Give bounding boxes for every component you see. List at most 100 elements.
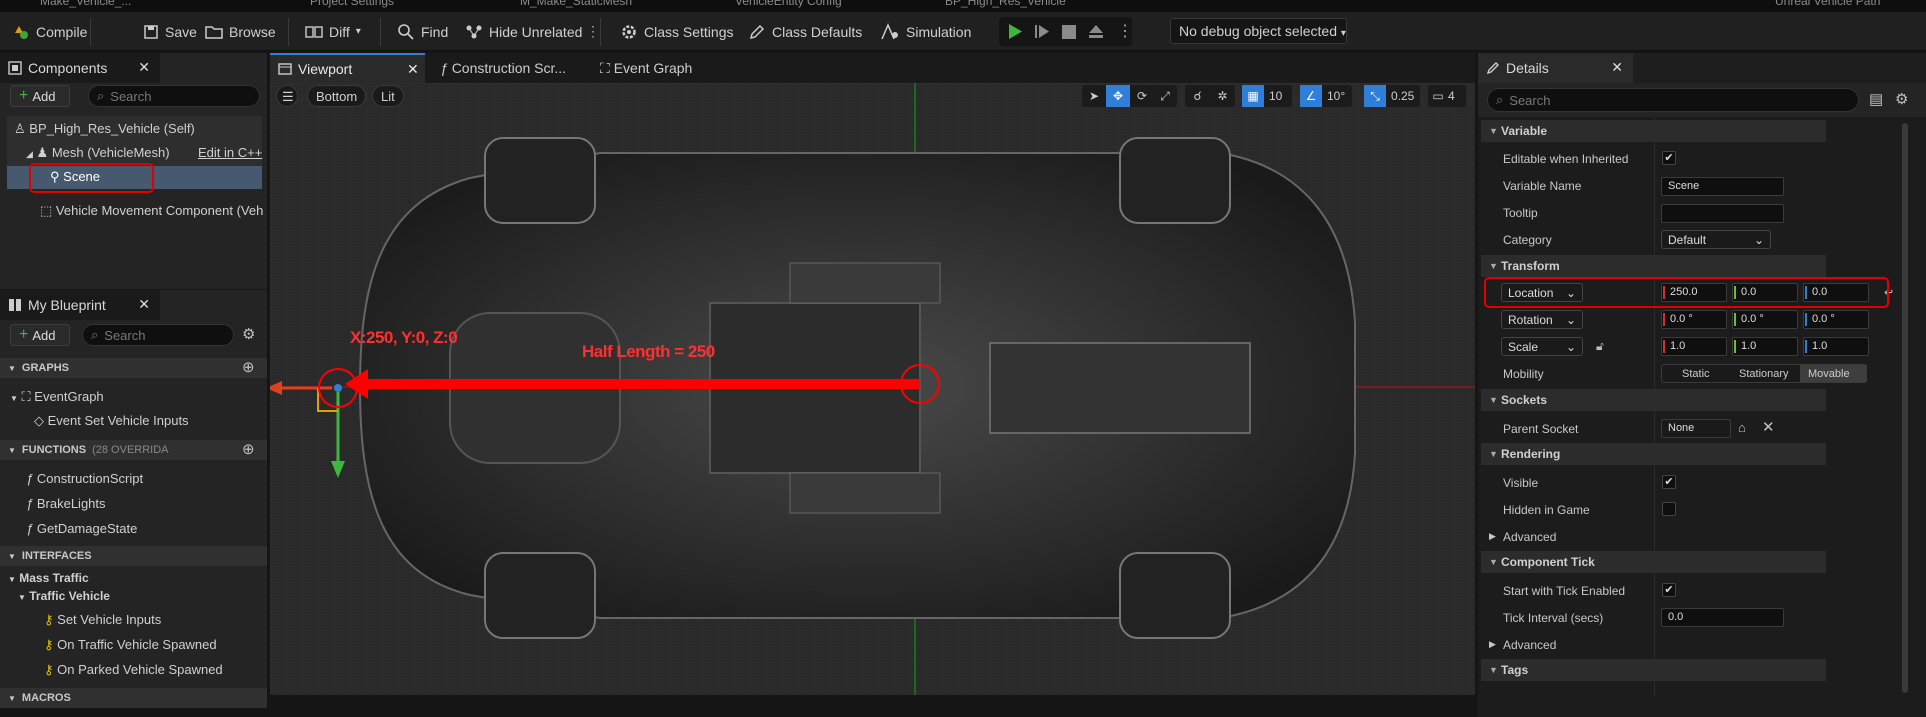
camera-speed[interactable]: ▭ 4 (1428, 85, 1466, 107)
event-graph-item[interactable]: ▼ ⛶ EventGraph (10, 389, 104, 405)
tab-components[interactable]: Components ✕ (0, 53, 160, 83)
parent-socket-field[interactable]: None (1661, 419, 1731, 438)
components-search-input[interactable]: ⌕ Search (88, 85, 260, 107)
world-icon[interactable]: ☌ (1185, 89, 1210, 103)
tab-details[interactable]: Details ✕ (1478, 53, 1633, 83)
rotation-y-field[interactable]: 0.0 ° (1732, 310, 1798, 329)
class-defaults-button[interactable]: Class Defaults (748, 12, 862, 51)
category-dropdown[interactable]: Default ⌄ (1661, 230, 1771, 249)
add-blueprint-item-button[interactable]: + Add (10, 324, 70, 346)
tab-my-blueprint[interactable]: My Blueprint ✕ (0, 290, 160, 320)
advanced-expander[interactable]: ▶ Advanced (1489, 638, 1556, 652)
functions-section-header[interactable]: ▼ FUNCTIONS (28 OVERRIDA (0, 440, 267, 460)
add-graph-icon[interactable]: ⊕ (242, 358, 255, 376)
tab-construction-script[interactable]: ƒ Construction Scr... (440, 60, 566, 76)
variable-name-field[interactable]: Scene (1661, 177, 1784, 196)
mobility-stationary[interactable]: Stationary (1739, 368, 1789, 380)
viewport-menu-button[interactable]: ☰ (276, 85, 298, 107)
component-self[interactable]: ♙ BP_High_Res_Vehicle (Self) (14, 121, 195, 137)
eject-icon[interactable] (1088, 24, 1104, 39)
gear-icon[interactable]: ⚙ (1895, 90, 1908, 108)
macros-section-header[interactable]: ▼ MACROS (0, 688, 267, 708)
clear-icon[interactable]: ✕ (1762, 418, 1775, 436)
surface-snap-icon[interactable]: ✲ (1210, 89, 1235, 103)
variable-section-header[interactable]: ▼ Variable (1481, 120, 1826, 142)
visible-checkbox[interactable]: ✔ (1662, 475, 1676, 489)
component-vehicle-movement[interactable]: ⬚ Vehicle Movement Component (Veh (40, 203, 265, 219)
find-button[interactable]: Find (397, 12, 448, 51)
scale-x-field[interactable]: 1.0 (1661, 337, 1727, 356)
rotation-z-field[interactable]: 0.0 ° (1803, 310, 1869, 329)
edit-in-cpp-link[interactable]: Edit in C++ (198, 145, 262, 160)
scale-y-field[interactable]: 1.0 (1732, 337, 1798, 356)
select-icon[interactable]: ➤ (1082, 89, 1106, 103)
doc-tab[interactable]: VehicleEntity Config (735, 0, 842, 8)
doc-tab[interactable]: Make_Vehicle_... (40, 0, 131, 8)
close-icon[interactable]: ✕ (138, 59, 150, 76)
tooltip-field[interactable] (1661, 204, 1784, 223)
lock-icon[interactable]: 🔓︎ (1596, 339, 1604, 354)
debug-object-dropdown[interactable]: No debug object selected ▾ (1170, 18, 1347, 44)
rotation-mode-dropdown[interactable]: Rotation ⌄ (1501, 310, 1583, 329)
gear-icon[interactable]: ⚙ (242, 325, 255, 343)
interface-subgroup[interactable]: ▼ Traffic Vehicle (18, 589, 110, 603)
view-mode-button[interactable]: Bottom (307, 85, 367, 107)
diff-button[interactable]: Diff ▾ (305, 12, 361, 51)
add-component-button[interactable]: + Add (10, 85, 70, 107)
scale-z-field[interactable]: 1.0 (1803, 337, 1869, 356)
viewport-canvas[interactable] (270, 83, 1475, 695)
mobility-static[interactable]: Static (1682, 368, 1710, 380)
close-icon[interactable]: ✕ (407, 61, 419, 78)
function-item[interactable]: ƒ BrakeLights (26, 496, 106, 511)
interface-function-item[interactable]: ⚷ On Parked Vehicle Spawned (44, 662, 223, 678)
rendering-section-header[interactable]: ▼ Rendering (1481, 443, 1826, 465)
rotate-icon[interactable]: ⟳ (1130, 89, 1154, 103)
stop-icon[interactable] (1062, 25, 1076, 39)
start-tick-checkbox[interactable]: ✔ (1662, 583, 1676, 597)
tick-interval-field[interactable]: 0.0 (1661, 608, 1784, 627)
doc-tab[interactable]: Project Settings (310, 0, 394, 8)
scale-icon[interactable]: ⤢ (1154, 89, 1176, 104)
tags-section-header[interactable]: ▼ Tags (1481, 659, 1826, 681)
interfaces-section-header[interactable]: ▼ INTERFACES (0, 546, 267, 566)
hide-unrelated-button[interactable]: Hide Unrelated (465, 12, 582, 51)
save-button[interactable]: Save (143, 12, 197, 51)
translate-icon[interactable]: ✥ (1106, 85, 1130, 107)
browse-socket-icon[interactable]: ⌂ (1738, 420, 1746, 435)
more-options-icon[interactable]: ⋮ (586, 12, 600, 51)
advanced-expander[interactable]: ▶ Advanced (1489, 530, 1556, 544)
mobility-movable[interactable]: Movable (1800, 365, 1867, 382)
doc-tab[interactable]: M_Make_StaticMesh (520, 0, 632, 8)
tab-event-graph[interactable]: ⛶ Event Graph (600, 60, 692, 77)
scale-mode-dropdown[interactable]: Scale ⌄ (1501, 337, 1583, 356)
component-mesh[interactable]: ◢ ♟ Mesh (VehicleMesh) (26, 145, 170, 161)
scale-snap[interactable]: ⤡ 0.25 (1364, 85, 1420, 107)
compile-button[interactable]: Compile (12, 12, 87, 51)
grid-snap[interactable]: ▦ 10 (1242, 85, 1292, 107)
table-view-icon[interactable]: ▤ (1869, 90, 1883, 108)
details-search-input[interactable]: ⌕ Search (1487, 88, 1859, 112)
close-icon[interactable]: ✕ (138, 296, 150, 313)
play-icon[interactable] (1007, 23, 1023, 40)
transform-section-header[interactable]: ▼ Transform (1481, 255, 1826, 277)
rotation-snap[interactable]: ∠ 10° (1300, 85, 1352, 107)
interface-function-item[interactable]: ⚷ On Traffic Vehicle Spawned (44, 637, 217, 653)
details-scrollbar[interactable] (1902, 123, 1908, 693)
function-item[interactable]: ƒ GetDamageState (26, 521, 137, 536)
function-item[interactable]: ƒ ConstructionScript (26, 471, 143, 486)
doc-tab[interactable]: Unreal Vehicle Path (1775, 0, 1880, 8)
step-icon[interactable] (1034, 24, 1050, 39)
add-function-icon[interactable]: ⊕ (242, 440, 255, 458)
event-item[interactable]: ◇ Event Set Vehicle Inputs (34, 413, 189, 429)
graphs-section-header[interactable]: ▼ GRAPHS (0, 358, 267, 378)
editable-checkbox[interactable]: ✔ (1662, 151, 1676, 165)
rotation-x-field[interactable]: 0.0 ° (1661, 310, 1727, 329)
close-icon[interactable]: ✕ (1611, 59, 1623, 76)
doc-tab[interactable]: BP_High_Res_Vehicle (945, 0, 1066, 8)
component-tick-section-header[interactable]: ▼ Component Tick (1481, 551, 1826, 573)
blueprint-search-input[interactable]: ⌕ Search (82, 324, 234, 346)
interface-function-item[interactable]: ⚷ Set Vehicle Inputs (44, 612, 161, 628)
hidden-in-game-checkbox[interactable] (1662, 502, 1676, 516)
browse-button[interactable]: Browse (205, 12, 276, 51)
lit-mode-button[interactable]: Lit (372, 85, 404, 107)
